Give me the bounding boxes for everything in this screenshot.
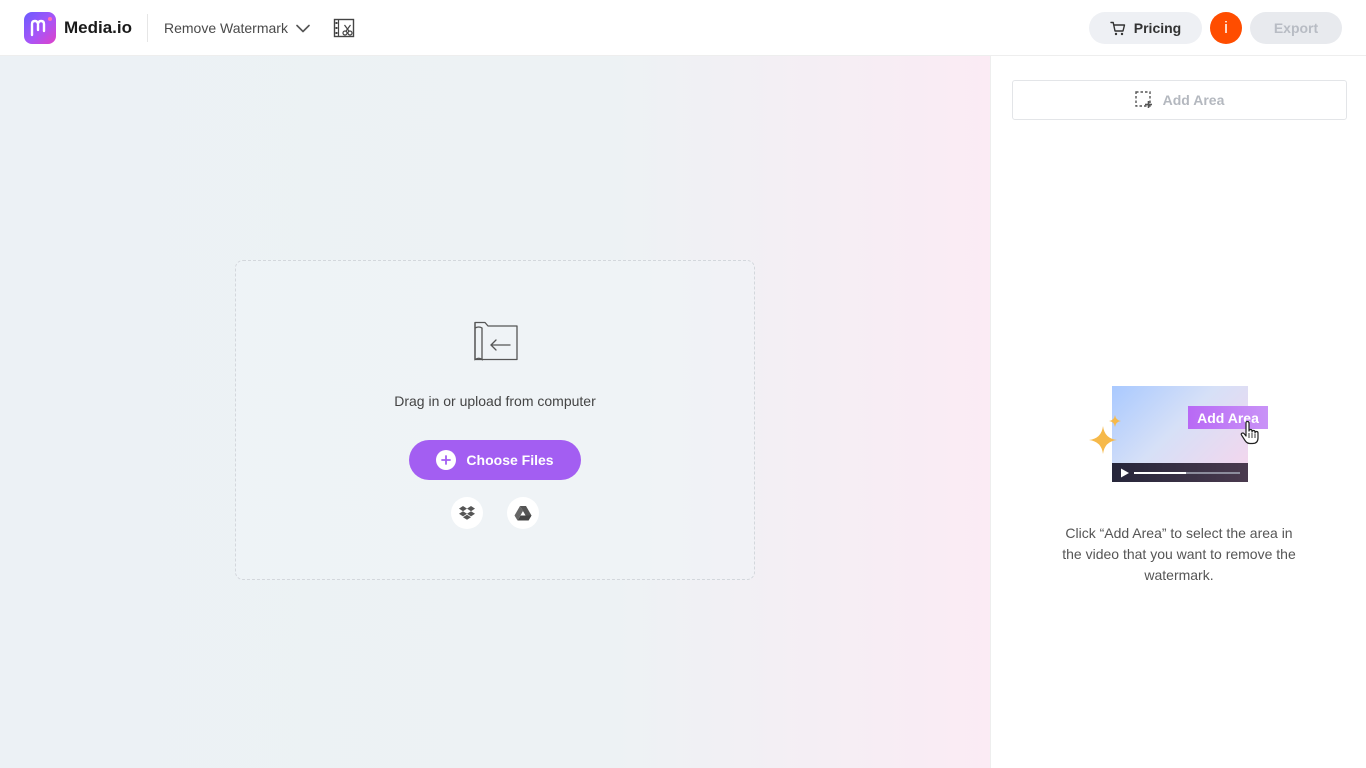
export-label: Export	[1273, 20, 1319, 36]
header-divider	[147, 14, 148, 42]
hand-cursor-icon	[1240, 421, 1259, 445]
video-trim-icon[interactable]	[333, 18, 355, 38]
choose-files-label: Choose Files	[466, 452, 554, 468]
pricing-label: Pricing	[1133, 20, 1182, 36]
logo-dot	[48, 17, 52, 21]
google-drive-icon	[514, 506, 532, 521]
top-bar: Media.io Remove Watermark Pricing i Expo…	[0, 0, 1366, 56]
settings-panel: Add Area Add Area Click “Add Area” to se	[990, 56, 1366, 768]
add-area-label: Add Area	[1162, 92, 1225, 108]
file-dropzone[interactable]: Drag in or upload from computer Choose F…	[235, 260, 755, 580]
tool-selector-dropdown[interactable]: Remove Watermark	[164, 18, 310, 38]
pricing-button[interactable]: Pricing	[1089, 12, 1202, 44]
google-drive-button[interactable]	[507, 497, 539, 529]
sparkle-small-icon	[1109, 415, 1121, 427]
add-area-illustration: Add Area	[1087, 381, 1272, 486]
illustration-progress	[1134, 472, 1186, 474]
add-area-icon	[1134, 91, 1152, 108]
upload-prompt: Drag in or upload from computer	[394, 393, 596, 409]
choose-files-button[interactable]: Choose Files	[409, 440, 581, 480]
logo-m-glyph	[30, 19, 46, 37]
cart-icon	[1110, 21, 1125, 35]
export-button[interactable]: Export	[1250, 12, 1342, 44]
brand-name[interactable]: Media.io	[64, 18, 132, 38]
dropbox-icon	[459, 506, 475, 520]
plus-icon	[436, 450, 457, 470]
media-io-logo-icon[interactable]	[24, 12, 56, 44]
chevron-down-icon	[296, 24, 310, 32]
folder-upload-icon	[474, 321, 518, 361]
tool-selector-label: Remove Watermark	[164, 20, 288, 36]
upload-canvas: Drag in or upload from computer Choose F…	[0, 56, 990, 768]
user-avatar[interactable]: i	[1210, 12, 1242, 44]
illustration-player-bar	[1112, 463, 1248, 482]
illustration-video-frame	[1112, 386, 1248, 482]
sparkle-icon	[1089, 426, 1117, 454]
dropbox-button[interactable]	[451, 497, 483, 529]
add-area-button[interactable]: Add Area	[1012, 80, 1347, 120]
add-area-instructions: Click “Add Area” to select the area in t…	[1062, 525, 1296, 583]
play-icon	[1121, 468, 1129, 478]
